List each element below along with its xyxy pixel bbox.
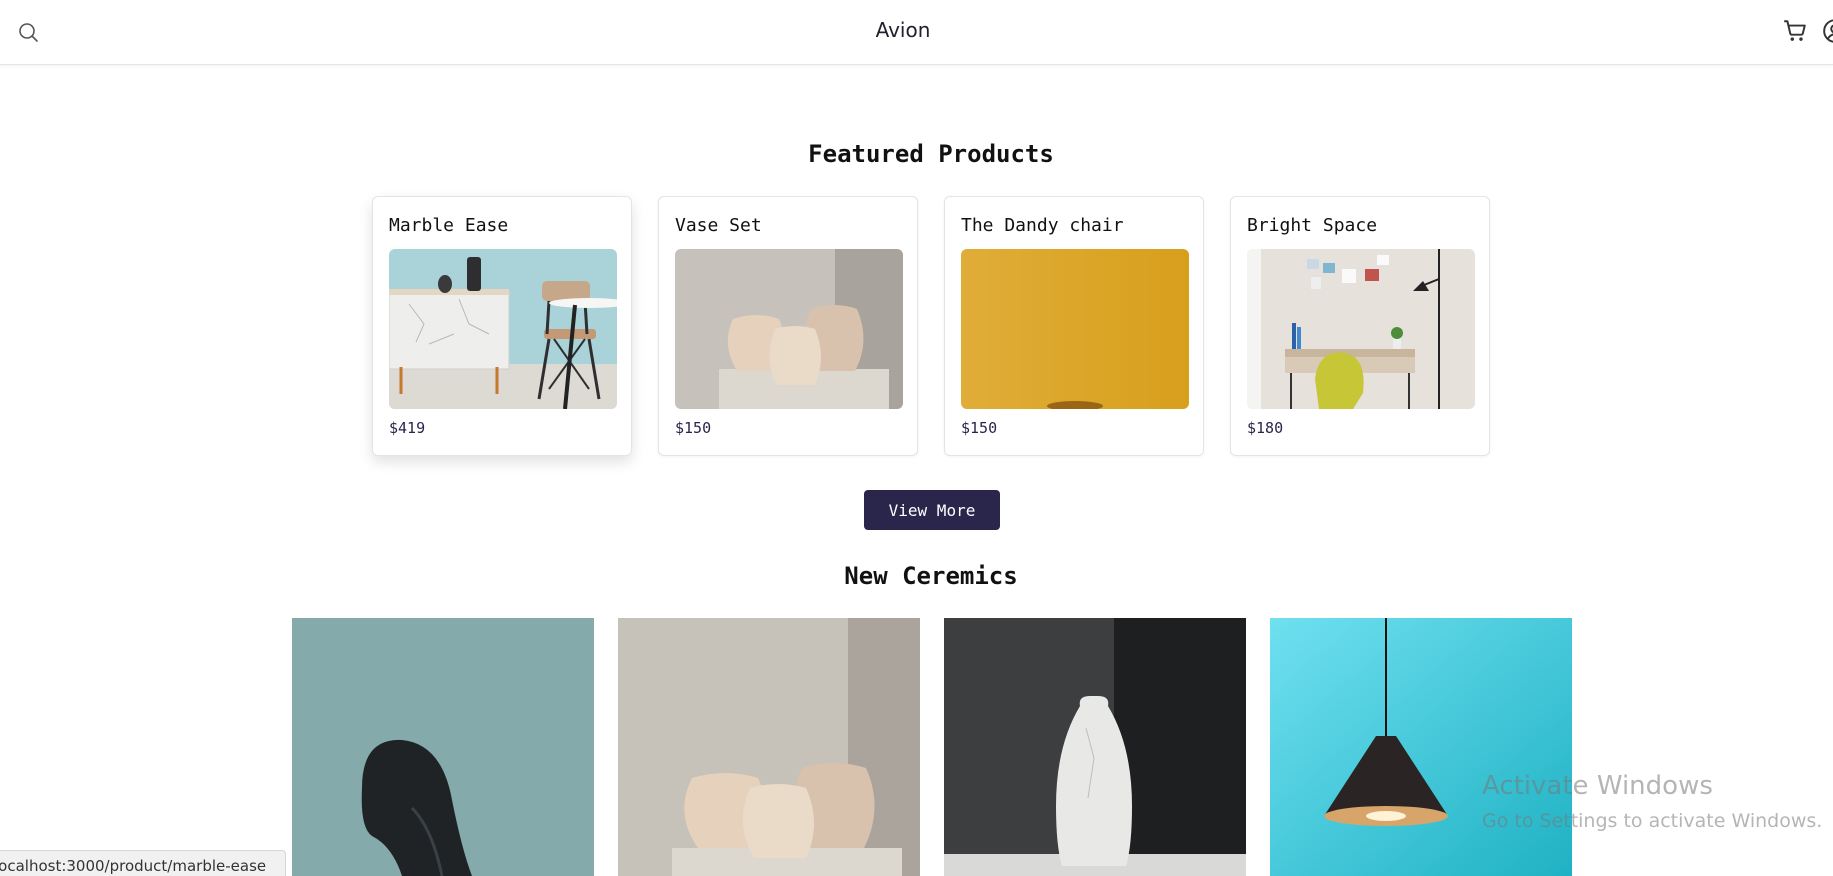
product-card-vase-set[interactable]: Vase Set $150	[658, 196, 918, 456]
view-more-button[interactable]: View More	[864, 490, 1000, 530]
product-image	[389, 249, 617, 409]
product-name: The Dandy chair	[961, 215, 1124, 236]
product-name: Marble Ease	[389, 215, 509, 236]
product-card-marble-ease[interactable]: Marble Ease $419	[372, 196, 632, 456]
featured-products-heading: Featured Products	[808, 140, 1054, 168]
product-image	[961, 249, 1189, 409]
product-price: $150	[961, 419, 998, 437]
new-ceramics-heading: New Ceremics	[844, 562, 1018, 590]
product-price: $180	[1247, 419, 1284, 437]
product-card-dandy-chair[interactable]: The Dandy chair $150	[944, 196, 1204, 456]
status-bar-url: localhost:3000/product/marble-ease	[0, 850, 286, 876]
product-price: $150	[675, 419, 712, 437]
watermark-title: Activate Windows	[1482, 771, 1713, 801]
cart-icon[interactable]	[1782, 18, 1808, 44]
windows-activation-watermark: Activate Windows Go to Settings to activ…	[1482, 770, 1822, 834]
ceramic-item-chair[interactable]	[292, 618, 594, 876]
product-image	[1247, 249, 1475, 409]
product-price: $419	[389, 419, 426, 437]
ceramic-item-vases[interactable]	[618, 618, 920, 876]
brand-logo[interactable]: Avion	[0, 18, 1806, 42]
product-card-bright-space[interactable]: Bright Space $180	[1230, 196, 1490, 456]
ceramic-item-bottle-vase[interactable]	[944, 618, 1246, 876]
top-navbar: Avion	[0, 0, 1833, 65]
user-icon[interactable]	[1822, 17, 1833, 45]
product-name: Bright Space	[1247, 215, 1378, 236]
product-name: Vase Set	[675, 215, 762, 236]
ceramic-item-pendant-lamp[interactable]	[1270, 618, 1572, 876]
product-image	[675, 249, 903, 409]
watermark-subtitle: Go to Settings to activate Windows.	[1482, 810, 1823, 832]
